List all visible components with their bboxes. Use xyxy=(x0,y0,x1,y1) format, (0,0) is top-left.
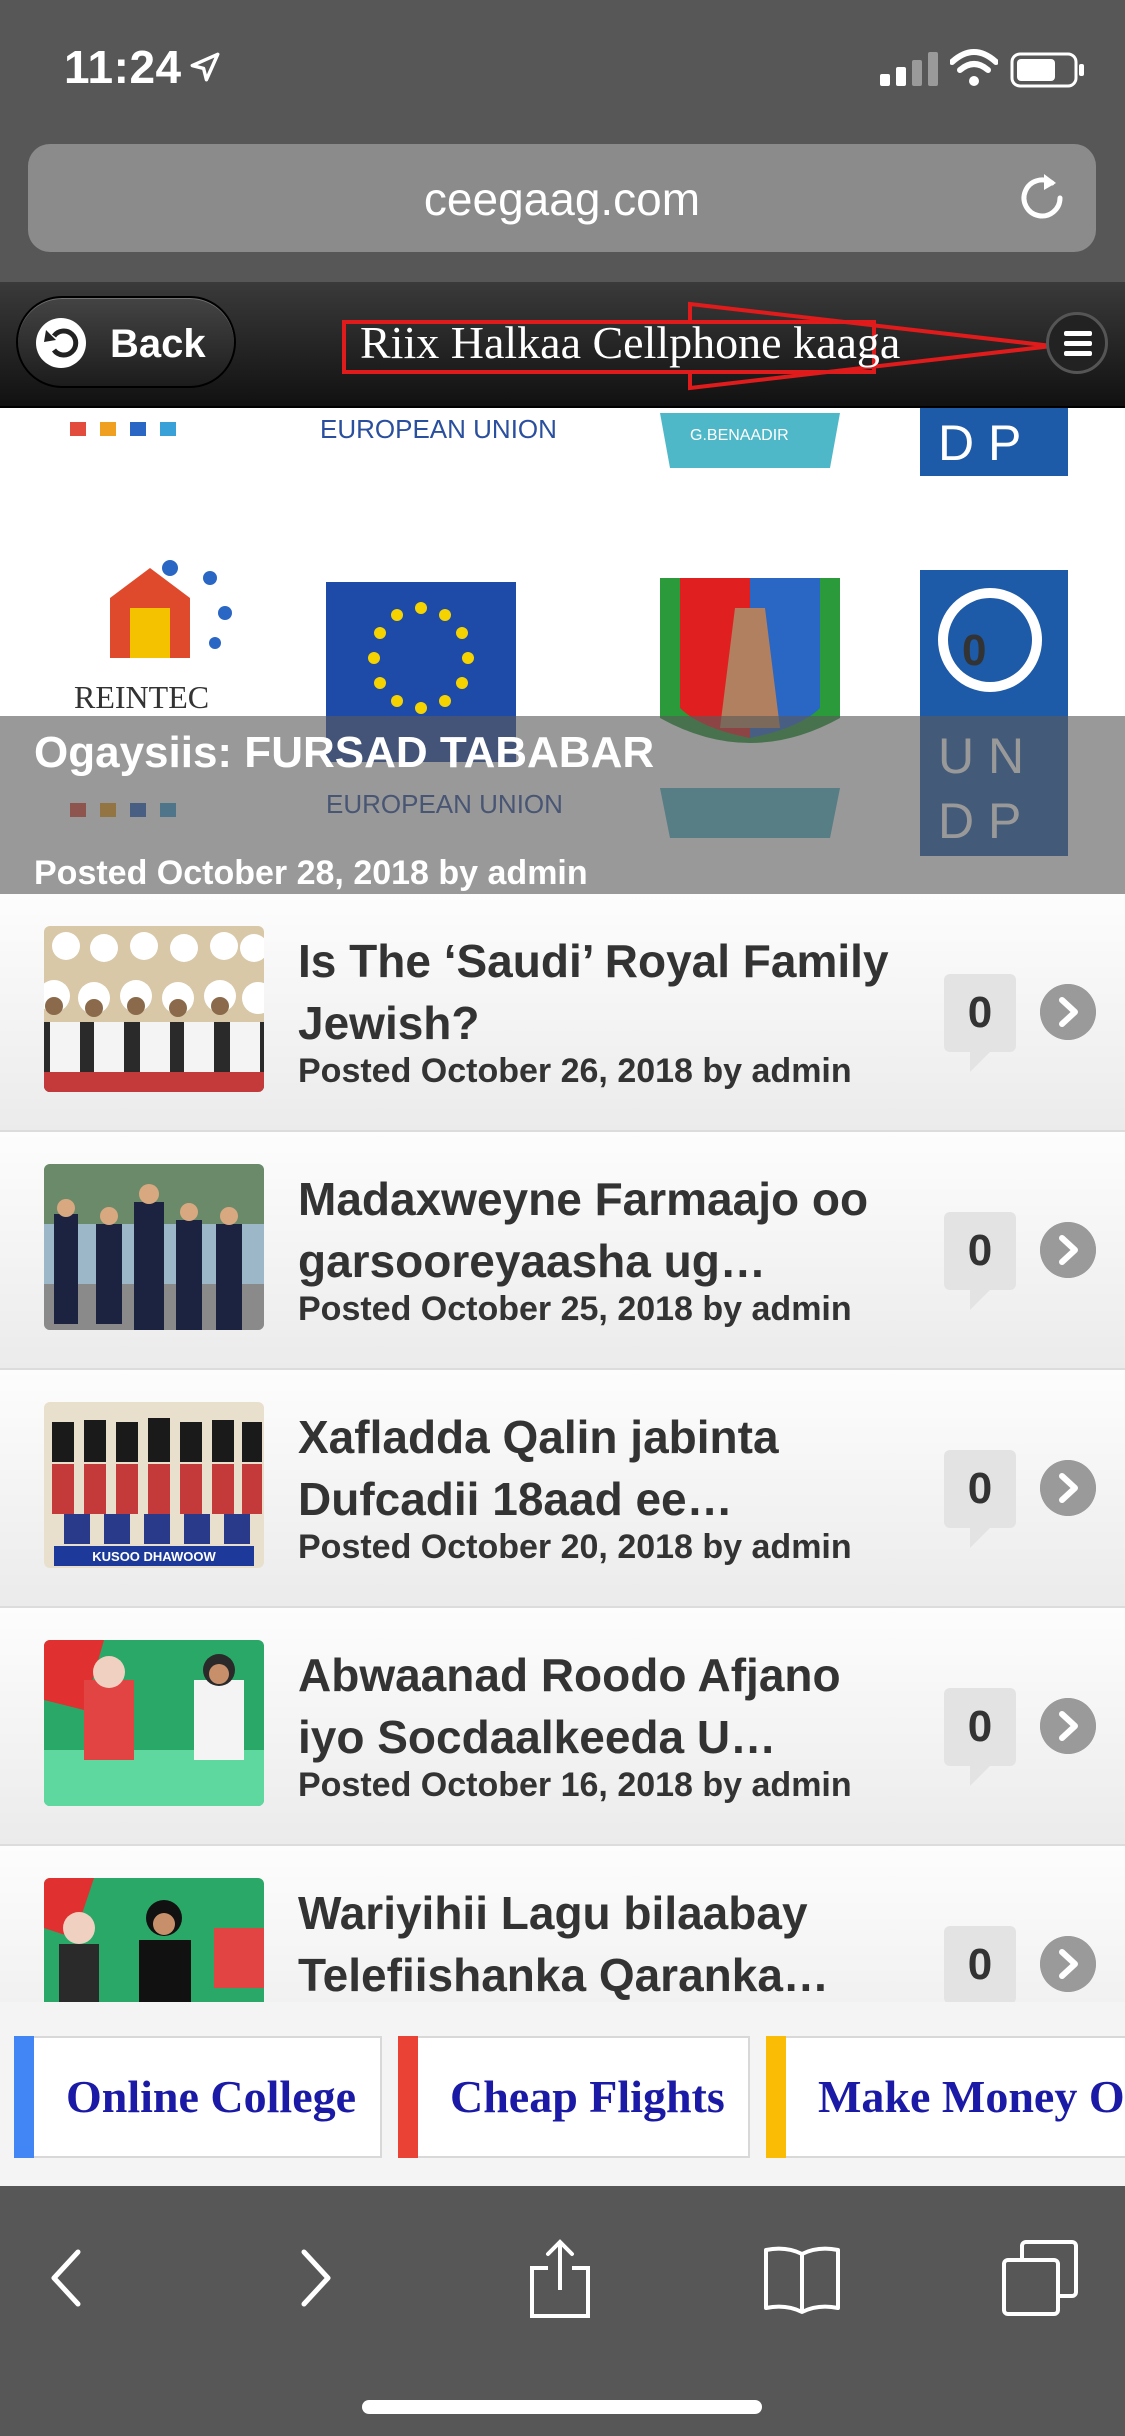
svg-text:D P: D P xyxy=(938,415,1021,471)
status-bar: 11:24 xyxy=(0,0,1125,140)
forward-chevron-icon[interactable] xyxy=(276,2238,356,2318)
home-indicator[interactable] xyxy=(362,2400,762,2414)
article-title[interactable]: Xafladda Qalin jabinta Dufcadii 18aad ee… xyxy=(298,1406,898,1530)
chevron-right-icon[interactable] xyxy=(1040,1936,1096,1992)
svg-text:REINTEC: REINTEC xyxy=(74,679,209,715)
comment-count-badge: 0 xyxy=(944,974,1016,1072)
article-thumbnail xyxy=(44,926,264,1092)
list-item[interactable]: Is The ‘Saudi’ Royal Family Jewish? Post… xyxy=(0,894,1125,1132)
reload-icon[interactable] xyxy=(1014,170,1070,226)
article-thumbnail xyxy=(44,1164,264,1330)
featured-comment-count: 0 xyxy=(962,626,987,675)
url-text[interactable]: ceegaag.com xyxy=(28,172,1096,226)
chevron-right-icon[interactable] xyxy=(1040,1460,1096,1516)
comment-count-badge: 0 xyxy=(944,1212,1016,1310)
browser-chrome: ceegaag.com xyxy=(0,140,1125,282)
status-time: 11:24 xyxy=(64,41,182,93)
article-thumbnail xyxy=(44,1878,264,2002)
ad-link-label: Online College xyxy=(66,2071,357,2122)
location-arrow-icon xyxy=(190,52,220,82)
comment-count-badge: 0 xyxy=(944,1926,1016,2002)
featured-post[interactable]: EUROPEAN UNION G.BENAADIR D P REINTEC EU… xyxy=(0,408,1125,894)
cellular-signal-icon xyxy=(880,52,938,86)
article-posted-meta: Posted October 26, 2018 by admin xyxy=(298,1052,852,1090)
article-list: Is The ‘Saudi’ Royal Family Jewish? Post… xyxy=(0,894,1125,2002)
tabs-icon[interactable] xyxy=(1000,2238,1080,2318)
svg-text:KUSOO DHAWOOW: KUSOO DHAWOOW xyxy=(92,1549,216,1564)
bookmarks-icon[interactable] xyxy=(762,2238,842,2318)
share-icon[interactable] xyxy=(520,2238,600,2318)
article-posted-meta: Posted October 16, 2018 by admin xyxy=(298,1766,852,1804)
featured-title[interactable]: Ogaysiis: FURSAD TABABAR xyxy=(34,728,654,778)
ad-link-online-college[interactable]: Online College xyxy=(14,2036,382,2158)
article-title[interactable]: Wariyihii Lagu bilaabay Telefiishanka Qa… xyxy=(298,1882,898,2002)
annotation-text: Riix Halkaa Cellphone kaaga xyxy=(360,317,901,368)
chevron-right-icon[interactable] xyxy=(1040,1222,1096,1278)
back-chevron-icon[interactable] xyxy=(26,2238,106,2318)
article-title[interactable]: Madaxweyne Farmaajo oo garsooreyaasha ug… xyxy=(298,1168,898,1292)
back-button[interactable]: Back xyxy=(16,296,236,388)
address-bar[interactable]: ceegaag.com xyxy=(28,144,1096,252)
ad-link-cheap-flights[interactable]: Cheap Flights xyxy=(398,2036,750,2158)
list-item[interactable]: Abwaanad Roodo Afjano iyo Socdaalkeeda U… xyxy=(0,1608,1125,1846)
wifi-icon xyxy=(950,49,998,86)
back-button-label: Back xyxy=(110,322,206,366)
list-item[interactable]: Wariyihii Lagu bilaabay Telefiishanka Qa… xyxy=(0,1846,1125,2002)
menu-button[interactable] xyxy=(1046,312,1108,374)
ad-link-make-money[interactable]: Make Money Online xyxy=(766,2036,1125,2158)
article-thumbnail: KUSOO DHAWOOW xyxy=(44,1402,264,1568)
article-posted-meta: Posted October 25, 2018 by admin xyxy=(298,1290,852,1328)
browser-toolbar xyxy=(0,2186,1125,2436)
article-title[interactable]: Is The ‘Saudi’ Royal Family Jewish? xyxy=(298,930,898,1054)
eu-logo-label: EUROPEAN UNION xyxy=(320,414,557,444)
article-posted-meta: Posted October 20, 2018 by admin xyxy=(298,1528,852,1566)
featured-posted-meta: Posted October 28, 2018 by admin xyxy=(34,854,588,892)
list-item[interactable]: KUSOO DHAWOOW Xafladda Qalin jabinta Duf… xyxy=(0,1370,1125,1608)
ad-stripe xyxy=(766,2036,786,2158)
site-header: Back Riix Halkaa Cellphone kaaga xyxy=(0,282,1125,408)
list-item[interactable]: Madaxweyne Farmaajo oo garsooreyaasha ug… xyxy=(0,1132,1125,1370)
svg-text:G.BENAADIR: G.BENAADIR xyxy=(690,427,789,444)
comment-count-badge: 0 xyxy=(944,1450,1016,1548)
ad-stripe xyxy=(398,2036,418,2158)
ad-links-bar: Online College Cheap Flights Make Money … xyxy=(0,2002,1125,2186)
article-title[interactable]: Abwaanad Roodo Afjano iyo Socdaalkeeda U… xyxy=(298,1644,898,1768)
chevron-right-icon[interactable] xyxy=(1040,1698,1096,1754)
battery-icon xyxy=(1010,52,1084,88)
ad-link-label: Make Money Online xyxy=(818,2071,1125,2122)
ad-stripe xyxy=(14,2036,34,2158)
ad-link-label: Cheap Flights xyxy=(450,2071,725,2122)
back-arrow-icon xyxy=(36,318,86,368)
article-thumbnail xyxy=(44,1640,264,1806)
comment-count-badge: 0 xyxy=(944,1688,1016,1786)
chevron-right-icon[interactable] xyxy=(1040,984,1096,1040)
